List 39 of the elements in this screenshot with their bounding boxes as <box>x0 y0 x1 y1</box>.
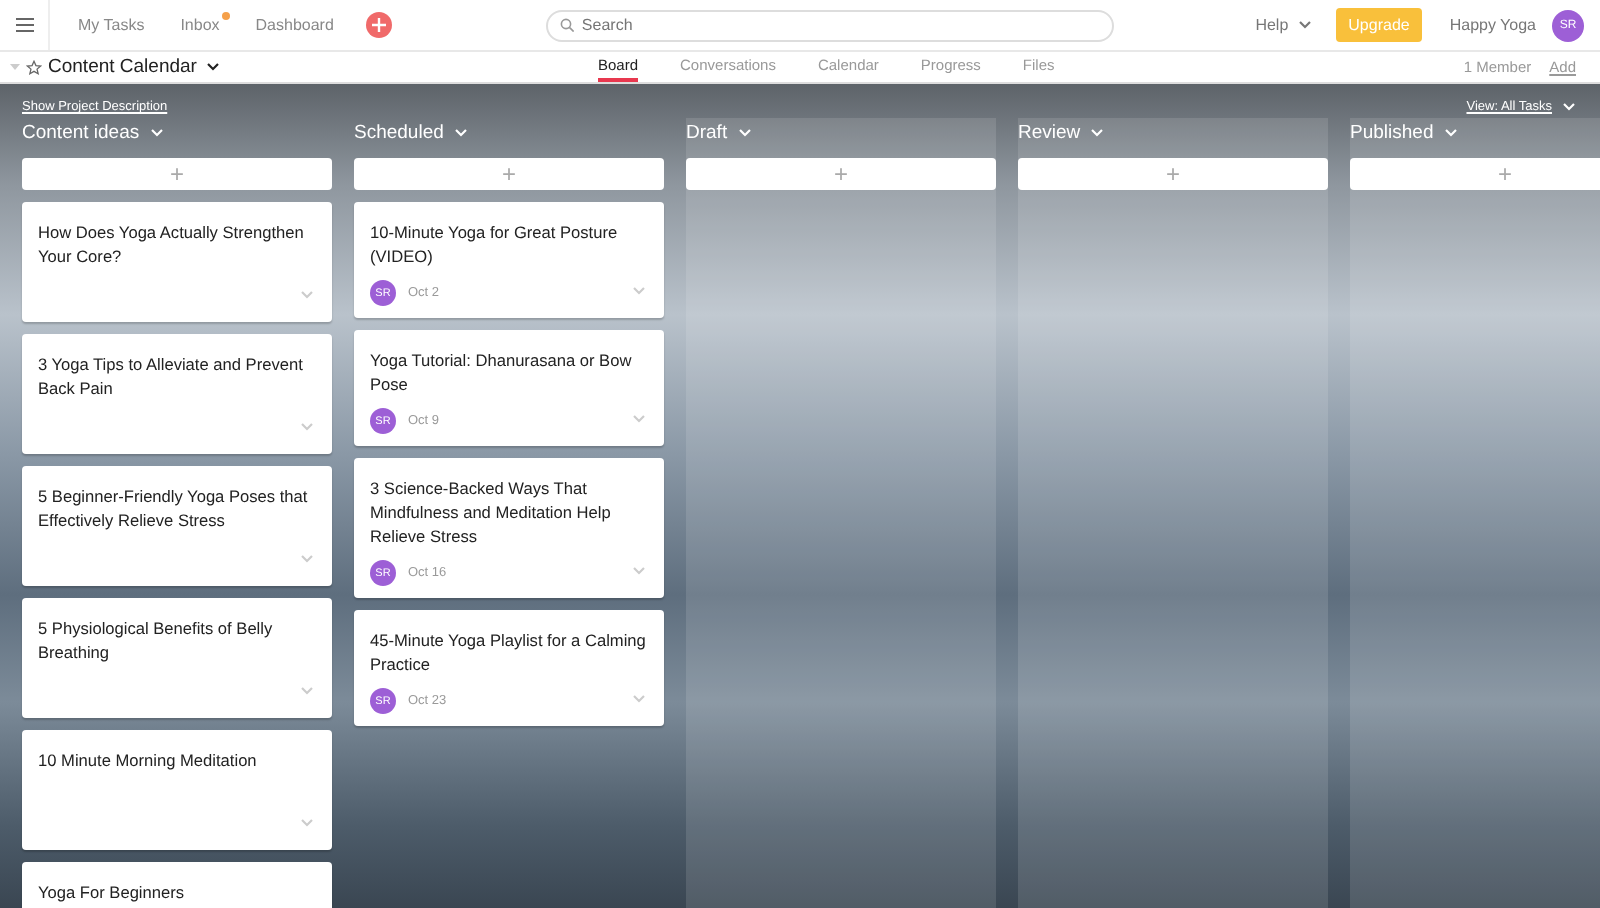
task-title: 3 Science-Backed Ways That Mindfulness and Meditation Help Relieve Stress <box>370 476 613 548</box>
add-task-button[interactable]: + <box>354 158 664 190</box>
column-header[interactable]: Content ideas <box>22 118 332 146</box>
add-button[interactable] <box>365 12 392 38</box>
task-title: 10-Minute Yoga for Great Posture (VIDEO) <box>370 220 620 268</box>
task-card[interactable]: How Does Yoga Actually Strengthen Your Core? <box>22 202 332 322</box>
column-header[interactable]: Scheduled <box>354 118 664 146</box>
nav-link[interactable]: Dashboard <box>255 16 334 34</box>
task-card[interactable]: 10 Minute Morning Meditation <box>22 730 332 850</box>
nav-link[interactable]: Inbox <box>180 16 220 34</box>
task-card[interactable]: Yoga For Beginners <box>22 862 332 908</box>
task-card[interactable]: 5 Beginner-Friendly Yoga Poses that Effectively Relieve Stress <box>22 466 332 586</box>
task-card[interactable]: 5 Physiological Benefits of Belly Breathing <box>22 598 332 718</box>
nav-link[interactable]: My Tasks <box>78 16 145 34</box>
search-field[interactable]: Search <box>545 9 1114 41</box>
task-title: 10 Minute Morning Meditation <box>38 748 259 774</box>
task-title: How Does Yoga Actually Strengthen Your Core? <box>38 220 306 268</box>
add-task-button[interactable]: + <box>1350 158 1600 190</box>
help-menu[interactable]: Help <box>1255 16 1313 34</box>
task-title: Yoga Tutorial: Dhanurasana or Bow Pose <box>370 348 634 396</box>
chevron-down-icon[interactable] <box>206 62 221 72</box>
plus-icon <box>371 18 386 32</box>
add-task-button[interactable]: + <box>686 158 996 190</box>
column-header[interactable]: Review <box>1018 118 1328 146</box>
add-task-button[interactable]: + <box>1018 158 1328 190</box>
task-title: Yoga For Beginners <box>38 880 187 906</box>
workspace-name[interactable]: Happy Yoga <box>1449 16 1536 34</box>
column-header[interactable]: Draft <box>686 118 996 146</box>
task-title: 3 Yoga Tips to Alleviate and Prevent Back Pain <box>38 352 305 400</box>
project-title[interactable]: Content Calendar <box>48 56 221 78</box>
task-card[interactable]: 3 Yoga Tips to Alleviate and Prevent Back Pain <box>22 334 332 454</box>
collapse-icon[interactable] <box>10 62 20 72</box>
star-icon[interactable] <box>26 59 42 75</box>
menu-icon[interactable] <box>15 18 33 32</box>
task-title: 45-Minute Yoga Playlist for a Calming Practice <box>370 628 648 676</box>
column-header[interactable]: Published <box>1350 118 1600 146</box>
task-title: 5 Beginner-Friendly Yoga Poses that Effectively Relieve Stress <box>38 484 310 532</box>
task-title: 5 Physiological Benefits of Belly Breathing <box>38 616 275 664</box>
add-task-button[interactable]: + <box>22 158 332 190</box>
